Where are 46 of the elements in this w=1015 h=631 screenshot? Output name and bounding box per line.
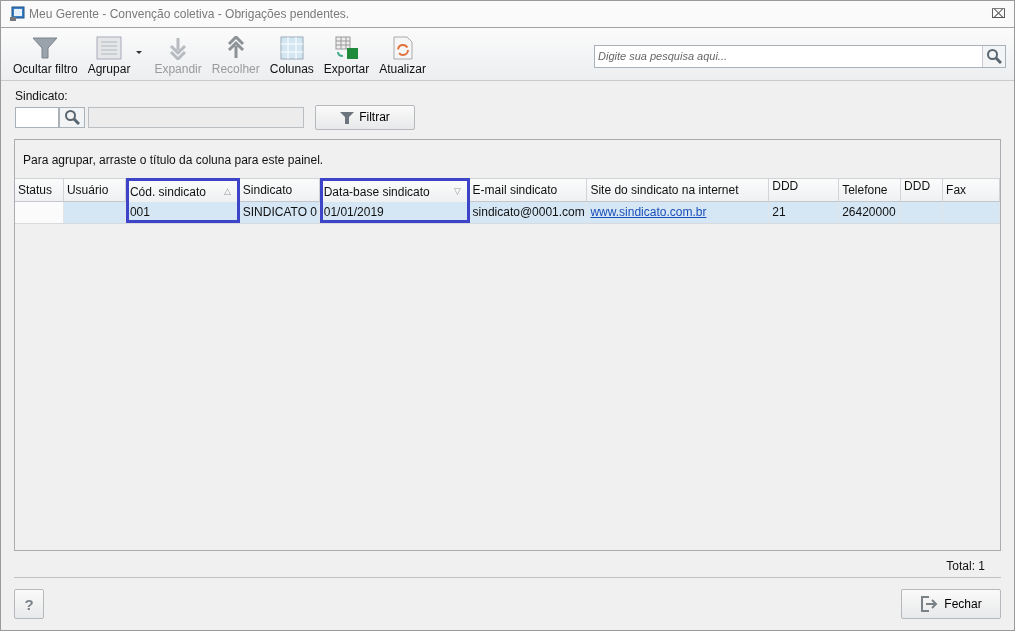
sort-indicator: △ xyxy=(223,185,231,196)
funnel-icon xyxy=(32,35,59,60)
close-window-button[interactable]: Fechar xyxy=(901,589,1001,619)
column-header[interactable]: Telefone xyxy=(839,177,902,202)
search-icon xyxy=(64,109,80,126)
table-cell: sindicato@0001.com xyxy=(472,204,585,219)
filter-label: Sindicato: xyxy=(15,88,69,103)
column-header[interactable]: Usuário xyxy=(63,177,126,202)
refresh-icon xyxy=(391,35,414,60)
window-title: Meu Gerente - Convenção coletiva - Obrigações pendentes. xyxy=(29,6,351,21)
column-header[interactable]: Site do sindicato na internet xyxy=(587,177,770,202)
table-cell: 26420000 xyxy=(842,204,896,219)
list-icon xyxy=(96,35,123,60)
search-icon xyxy=(986,48,1002,65)
table-cell: 001 xyxy=(129,204,150,219)
table-cell: 01/01/2019 xyxy=(323,204,384,219)
total-count: Total: 1 xyxy=(946,559,985,573)
table-cell: 21 xyxy=(772,204,786,219)
toolbar-button[interactable]: Colunas xyxy=(265,35,318,76)
exit-icon xyxy=(920,595,939,613)
column-header[interactable]: Fax xyxy=(943,177,1000,202)
up-arrow-icon xyxy=(225,35,246,60)
column-header[interactable]: DDD xyxy=(901,177,944,202)
column-header[interactable]: Sindicato xyxy=(239,177,320,202)
grid-icon xyxy=(279,35,304,60)
column-header[interactable]: DDD xyxy=(769,177,840,202)
toolbar-button[interactable]: Agrupar xyxy=(83,35,135,76)
filter-button[interactable]: Filtrar xyxy=(315,104,415,130)
help-button[interactable]: ? xyxy=(14,589,44,619)
group-panel-hint: Para agrupar, arraste o título da coluna para este painel. xyxy=(22,151,325,169)
toolbar-button[interactable]: Exportar xyxy=(319,35,374,76)
column-header[interactable]: Data-base sindicato ▽ xyxy=(319,177,470,202)
toolbar-button[interactable]: Ocultar filtro xyxy=(9,35,82,76)
spreadsheet-icon xyxy=(334,35,359,60)
table-cell: SINDICATO 0 xyxy=(242,204,318,219)
column-header[interactable]: Cód. sindicato △ xyxy=(125,177,240,202)
table-row[interactable]: 001 SINDICATO 0 01/01/2019 sindicato@0001.com www.sindicato.com.br 21 26420000 xyxy=(15,201,1000,224)
funnel-icon xyxy=(340,110,355,124)
down-arrow-icon xyxy=(168,35,189,60)
toolbar-button[interactable]: Atualizar xyxy=(375,35,430,76)
column-header[interactable]: E-mail sindicato xyxy=(469,177,588,202)
sort-indicator: ▽ xyxy=(453,185,461,196)
app-icon xyxy=(9,5,25,22)
column-header[interactable]: Status xyxy=(15,177,64,202)
search-button[interactable] xyxy=(59,106,85,128)
close-button[interactable]: ⌧ xyxy=(991,6,1006,22)
